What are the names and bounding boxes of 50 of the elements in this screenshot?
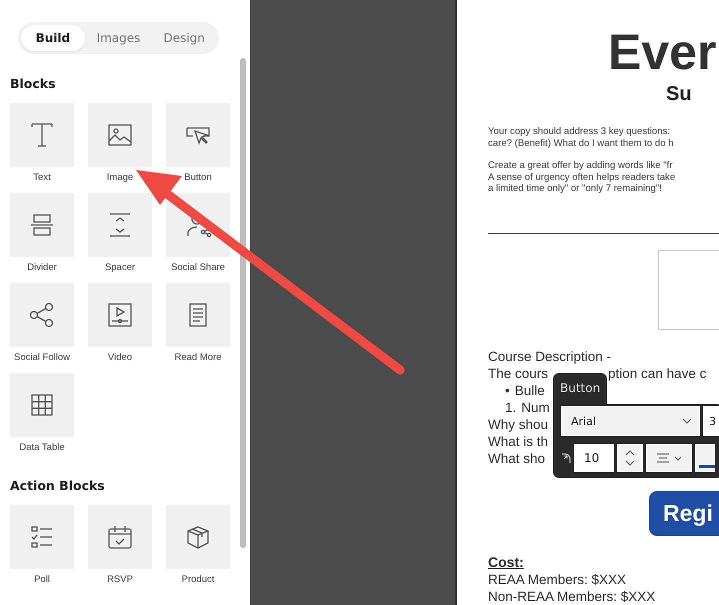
radius-field[interactable]: 10 (574, 444, 614, 472)
align-dropdown[interactable] (646, 444, 692, 472)
body-text: Num (521, 399, 550, 416)
block-item[interactable]: Product (166, 505, 230, 588)
body-text: What sho (488, 450, 546, 467)
tab[interactable]: Design (152, 25, 216, 51)
block-item[interactable]: Image (88, 103, 152, 186)
stepper[interactable] (617, 444, 643, 472)
section-heading: Action Blocks (10, 478, 106, 493)
register-button[interactable]: Regi (649, 491, 719, 536)
cost-heading: Cost: (488, 554, 524, 571)
font-dropdown[interactable]: Arial (561, 406, 700, 436)
body-text: Create a great offer by adding words like "fr (488, 160, 674, 172)
body-text: Your copy should address 3 key questions: (488, 126, 672, 138)
block-item[interactable]: Button (166, 103, 230, 186)
block-item[interactable]: Spacer (88, 193, 152, 276)
font-size-field[interactable]: 3 (703, 406, 719, 436)
body-text: What is th (488, 433, 548, 450)
body-text: ption can have c (608, 365, 706, 382)
tab[interactable]: Build (21, 25, 85, 51)
tab[interactable]: Images (86, 25, 150, 51)
body-text: Bulle (514, 382, 545, 399)
section-heading: Blocks (10, 76, 57, 91)
body-text: A sense of urgency often helps readers take (488, 172, 676, 183)
body-text: The cours (488, 365, 548, 382)
corner-radius-icon (561, 452, 571, 464)
block-item[interactable]: Text (10, 103, 74, 186)
chevron-icon (682, 418, 692, 424)
body-text: REAA Members: $XXX (488, 571, 626, 588)
up-down-chevron-icon (625, 448, 635, 468)
body-text: a limited time only" or "only 7 remaining"! (488, 183, 663, 194)
body-text: Non-REAA Members: $XXX (488, 588, 656, 605)
block-item[interactable]: Read More (166, 283, 230, 366)
email-title: Ever (608, 24, 716, 80)
block-item[interactable]: Poll (10, 505, 74, 588)
chevron-icon (674, 456, 682, 460)
list-marker: 1. (505, 399, 516, 416)
align-center-icon (656, 453, 668, 463)
body-text: Course Description - (488, 348, 612, 365)
block-item[interactable]: Divider (10, 193, 74, 276)
email-subtitle: Su (666, 82, 692, 106)
text-color-button[interactable] (695, 444, 715, 472)
block-item[interactable]: Video (88, 283, 152, 366)
body-text: Why shou (488, 416, 548, 433)
block-item[interactable]: Data Table (10, 373, 74, 456)
list-marker: • (505, 382, 510, 399)
body-text: care? (Benefit) What do I want them to do h (488, 138, 674, 149)
block-item[interactable]: Social Follow (10, 283, 74, 366)
scrollbar[interactable] (240, 58, 246, 548)
block-item[interactable]: RSVP (88, 505, 152, 588)
